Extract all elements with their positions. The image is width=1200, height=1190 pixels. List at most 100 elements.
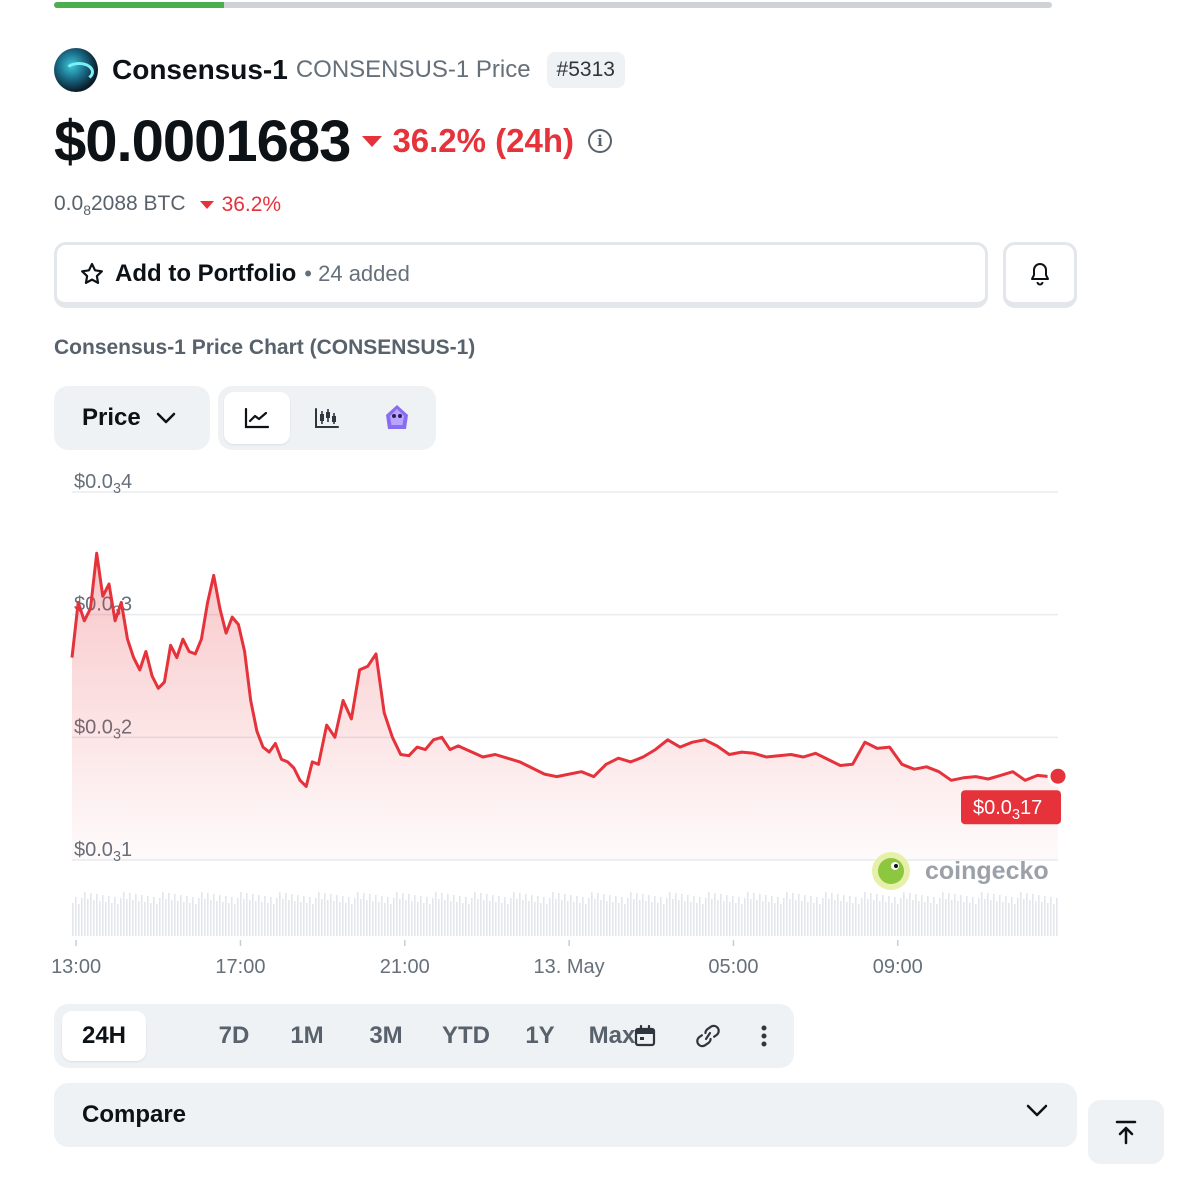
coin-name: Consensus-1 bbox=[112, 54, 288, 85]
share-link-button[interactable] bbox=[688, 1011, 728, 1061]
volume-bar bbox=[738, 897, 740, 936]
volume-bar bbox=[75, 897, 77, 936]
volume-bar bbox=[756, 900, 758, 936]
range-7d-button[interactable]: 7D bbox=[204, 1011, 264, 1061]
metric-dropdown[interactable]: Price bbox=[54, 386, 210, 450]
page-loading-bar bbox=[54, 2, 1052, 8]
chevron-down-icon bbox=[1026, 1104, 1048, 1117]
volume-bar bbox=[891, 903, 893, 936]
volume-bar bbox=[504, 897, 506, 936]
volume-bar bbox=[291, 894, 293, 936]
volume-bar bbox=[534, 902, 536, 936]
volume-bar bbox=[114, 897, 116, 936]
volume-bar bbox=[126, 899, 128, 936]
current-price-dot bbox=[1047, 765, 1069, 787]
current-price: $0.0001683 bbox=[54, 108, 351, 174]
volume-bar bbox=[342, 896, 344, 936]
price-chart[interactable]: $0.031$0.032$0.033$0.034 13:0017:0021:00… bbox=[0, 470, 1200, 990]
line-chart-button[interactable] bbox=[224, 392, 290, 444]
coingecko-watermark: coingecko bbox=[872, 852, 1049, 890]
volume-bar bbox=[750, 899, 752, 936]
volume-bar bbox=[120, 898, 122, 936]
price-alert-button[interactable] bbox=[1003, 242, 1077, 308]
y-tick-label: $0.034 bbox=[74, 471, 132, 497]
volume-bar bbox=[339, 902, 341, 936]
volume-bar bbox=[90, 893, 92, 936]
volume-bar bbox=[969, 903, 971, 936]
volume-bar bbox=[624, 904, 626, 936]
volume-bar bbox=[561, 900, 563, 936]
range-1m-button[interactable]: 1M bbox=[274, 1011, 340, 1061]
volume-bar bbox=[729, 902, 731, 936]
volume-bar bbox=[222, 902, 224, 936]
volume-bar bbox=[213, 894, 215, 936]
volume-bar bbox=[420, 896, 422, 936]
volume-bar bbox=[111, 903, 113, 936]
volume-bar bbox=[720, 894, 722, 936]
volume-bar bbox=[879, 901, 881, 936]
volume-bar bbox=[804, 895, 806, 936]
volume-bar bbox=[258, 895, 260, 936]
volume-bar bbox=[198, 898, 200, 936]
volume-bar bbox=[657, 903, 659, 936]
volume-bar bbox=[192, 897, 194, 936]
volume-bar bbox=[462, 903, 464, 936]
candlestick-button[interactable] bbox=[294, 392, 360, 444]
volume-bar bbox=[1011, 897, 1013, 936]
volume-bar bbox=[264, 896, 266, 936]
compare-dropdown[interactable]: Compare bbox=[54, 1083, 1077, 1147]
volume-bar bbox=[645, 901, 647, 936]
volume-bar bbox=[270, 897, 272, 936]
volume-bar bbox=[984, 899, 986, 936]
volume-bar bbox=[897, 904, 899, 936]
volume-bar bbox=[405, 900, 407, 936]
volume-bar bbox=[237, 898, 239, 936]
volume-bar bbox=[276, 898, 278, 936]
volume-bar bbox=[1050, 897, 1052, 936]
volume-bar bbox=[321, 899, 323, 936]
volume-bar bbox=[822, 898, 824, 936]
add-to-portfolio-button[interactable]: Add to Portfolio • 24 added bbox=[54, 242, 988, 308]
volume-bar bbox=[708, 892, 710, 936]
volume-bar bbox=[468, 904, 470, 936]
volume-bar bbox=[759, 894, 761, 936]
metric-dropdown-label: Price bbox=[82, 404, 141, 431]
tradingview-button[interactable] bbox=[364, 392, 430, 444]
volume-bar bbox=[936, 904, 938, 936]
volume-bar bbox=[573, 902, 575, 936]
volume-bar bbox=[777, 897, 779, 936]
volume-bar bbox=[870, 893, 872, 936]
range-1y-button[interactable]: 1Y bbox=[512, 1011, 568, 1061]
volume-bar bbox=[741, 904, 743, 936]
volume-bar bbox=[315, 898, 317, 936]
volume-bar bbox=[447, 894, 449, 936]
volume-bar bbox=[183, 902, 185, 936]
volume-bar bbox=[915, 894, 917, 936]
portfolio-label: Add to Portfolio bbox=[115, 259, 297, 287]
volume-bar bbox=[408, 894, 410, 936]
coin-logo-icon bbox=[54, 48, 98, 92]
down-triangle-icon bbox=[362, 135, 383, 147]
range-3m-button[interactable]: 3M bbox=[348, 1011, 424, 1061]
range-max-button[interactable]: Max bbox=[574, 1011, 650, 1061]
volume-bar bbox=[900, 898, 902, 936]
info-icon[interactable]: i bbox=[588, 129, 613, 153]
volume-bar bbox=[558, 893, 560, 936]
volume-bar bbox=[906, 899, 908, 936]
volume-bar bbox=[690, 902, 692, 936]
volume-bar bbox=[327, 900, 329, 936]
btc-change: 36.2% bbox=[199, 193, 281, 217]
volume-bar bbox=[189, 903, 191, 936]
volume-bar bbox=[564, 894, 566, 936]
volume-bar bbox=[441, 893, 443, 936]
link-icon bbox=[696, 1024, 720, 1048]
volume-bar bbox=[411, 901, 413, 936]
scroll-to-top-button[interactable] bbox=[1088, 1100, 1164, 1164]
range-24h-button[interactable]: 24H bbox=[62, 1011, 146, 1061]
volume-bar bbox=[768, 902, 770, 936]
more-options-button[interactable] bbox=[744, 1011, 784, 1061]
range-ytd-button[interactable]: YTD bbox=[426, 1011, 506, 1061]
volume-bar bbox=[981, 892, 983, 936]
volume-bar bbox=[486, 894, 488, 936]
volume-bar bbox=[1044, 896, 1046, 936]
